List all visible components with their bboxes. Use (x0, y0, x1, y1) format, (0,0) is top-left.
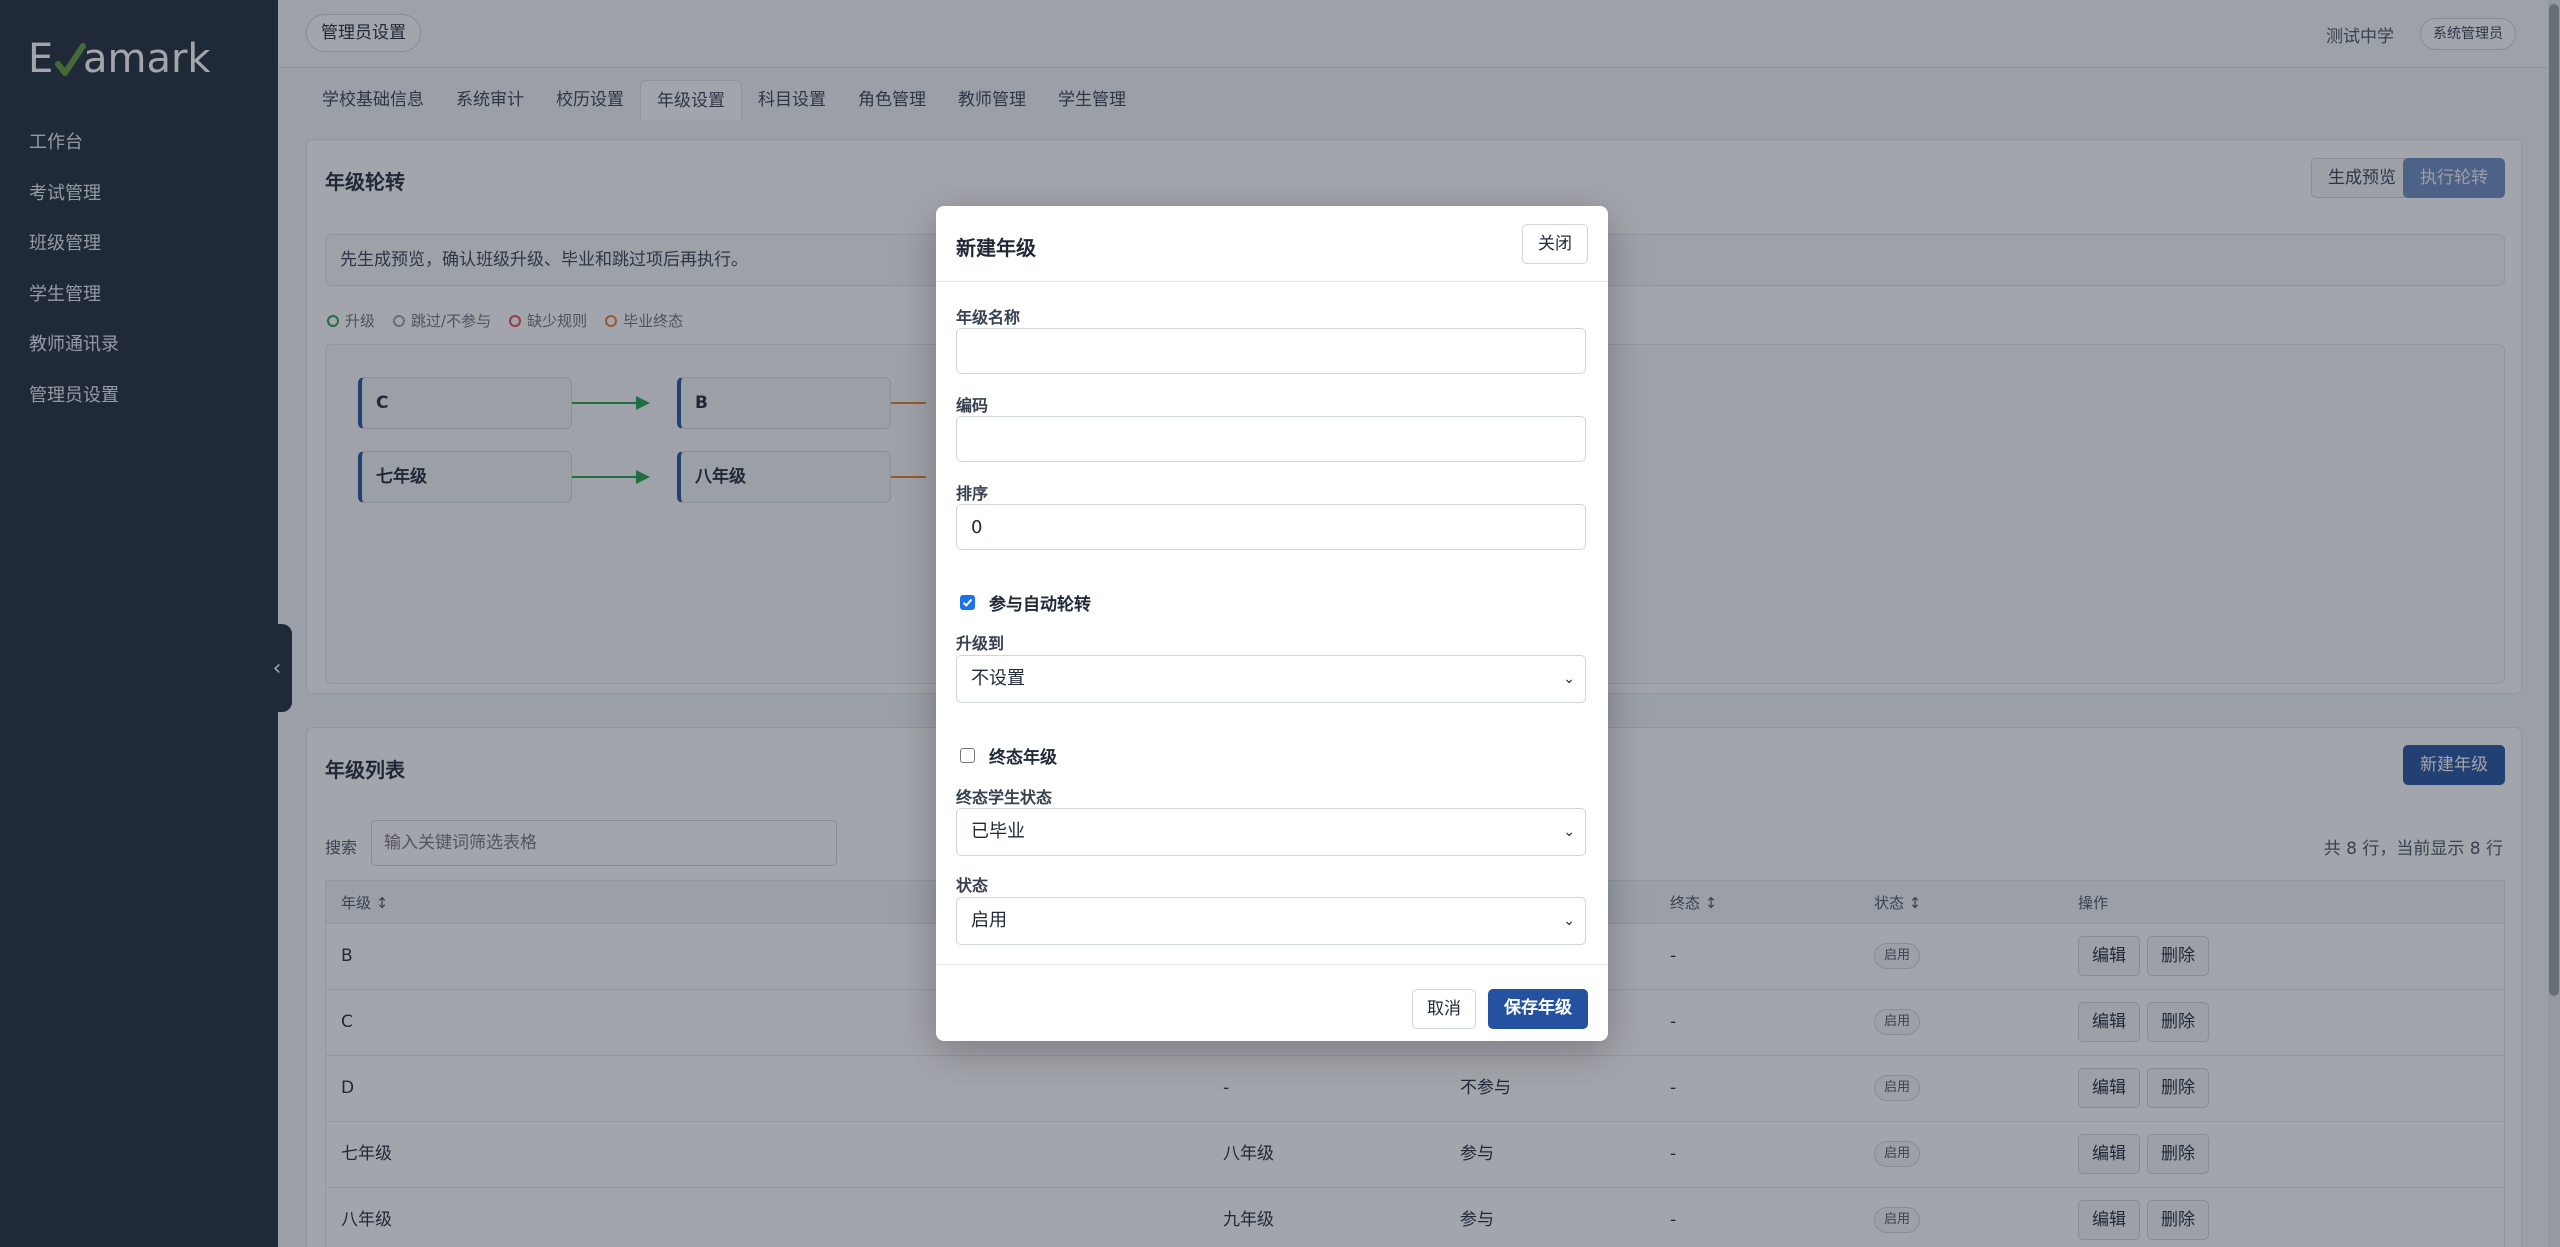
code-input[interactable] (956, 416, 1586, 462)
grade-name-label: 年级名称 (956, 308, 1021, 327)
save-grade-button[interactable]: 保存年级 (1488, 989, 1588, 1029)
final-grade-checkbox[interactable] (960, 748, 975, 763)
upgrade-to-label: 升级到 (956, 634, 1005, 653)
auto-rotate-label: 参与自动轮转 (989, 595, 1091, 615)
dialog-title: 新建年级 (956, 236, 1036, 260)
upgrade-to-select[interactable]: 不设置 ⌄ (956, 655, 1586, 703)
final-grade-label: 终态年级 (989, 748, 1057, 768)
final-status-value: 已毕业 (971, 821, 1025, 842)
checkmark-icon (962, 598, 973, 607)
auto-rotate-checkbox-row[interactable]: 参与自动轮转 (960, 590, 1091, 615)
cancel-button[interactable]: 取消 (1412, 989, 1476, 1029)
close-button[interactable]: 关闭 (1522, 224, 1588, 264)
final-status-select[interactable]: 已毕业 ⌄ (956, 808, 1586, 856)
auto-rotate-checkbox[interactable] (960, 595, 975, 610)
dialog-header: 新建年级 关闭 (936, 206, 1608, 282)
status-label: 状态 (956, 876, 989, 895)
grade-name-input[interactable] (956, 328, 1586, 374)
chevron-down-icon: ⌄ (1563, 913, 1575, 929)
order-label: 排序 (956, 484, 989, 503)
chevron-down-icon: ⌄ (1563, 671, 1575, 687)
code-label: 编码 (956, 396, 989, 415)
dialog-footer: 取消 保存年级 (936, 964, 1608, 1041)
status-value: 启用 (971, 910, 1007, 931)
final-grade-checkbox-row[interactable]: 终态年级 (960, 743, 1057, 768)
upgrade-to-value: 不设置 (971, 668, 1025, 689)
status-select[interactable]: 启用 ⌄ (956, 897, 1586, 945)
chevron-down-icon: ⌄ (1563, 824, 1575, 840)
order-input[interactable] (956, 504, 1586, 550)
new-grade-dialog: 新建年级 关闭 年级名称 编码 排序 参与自动轮转 升级到 不设置 ⌄ 终态年级… (936, 206, 1608, 1041)
final-status-label: 终态学生状态 (956, 788, 1053, 807)
